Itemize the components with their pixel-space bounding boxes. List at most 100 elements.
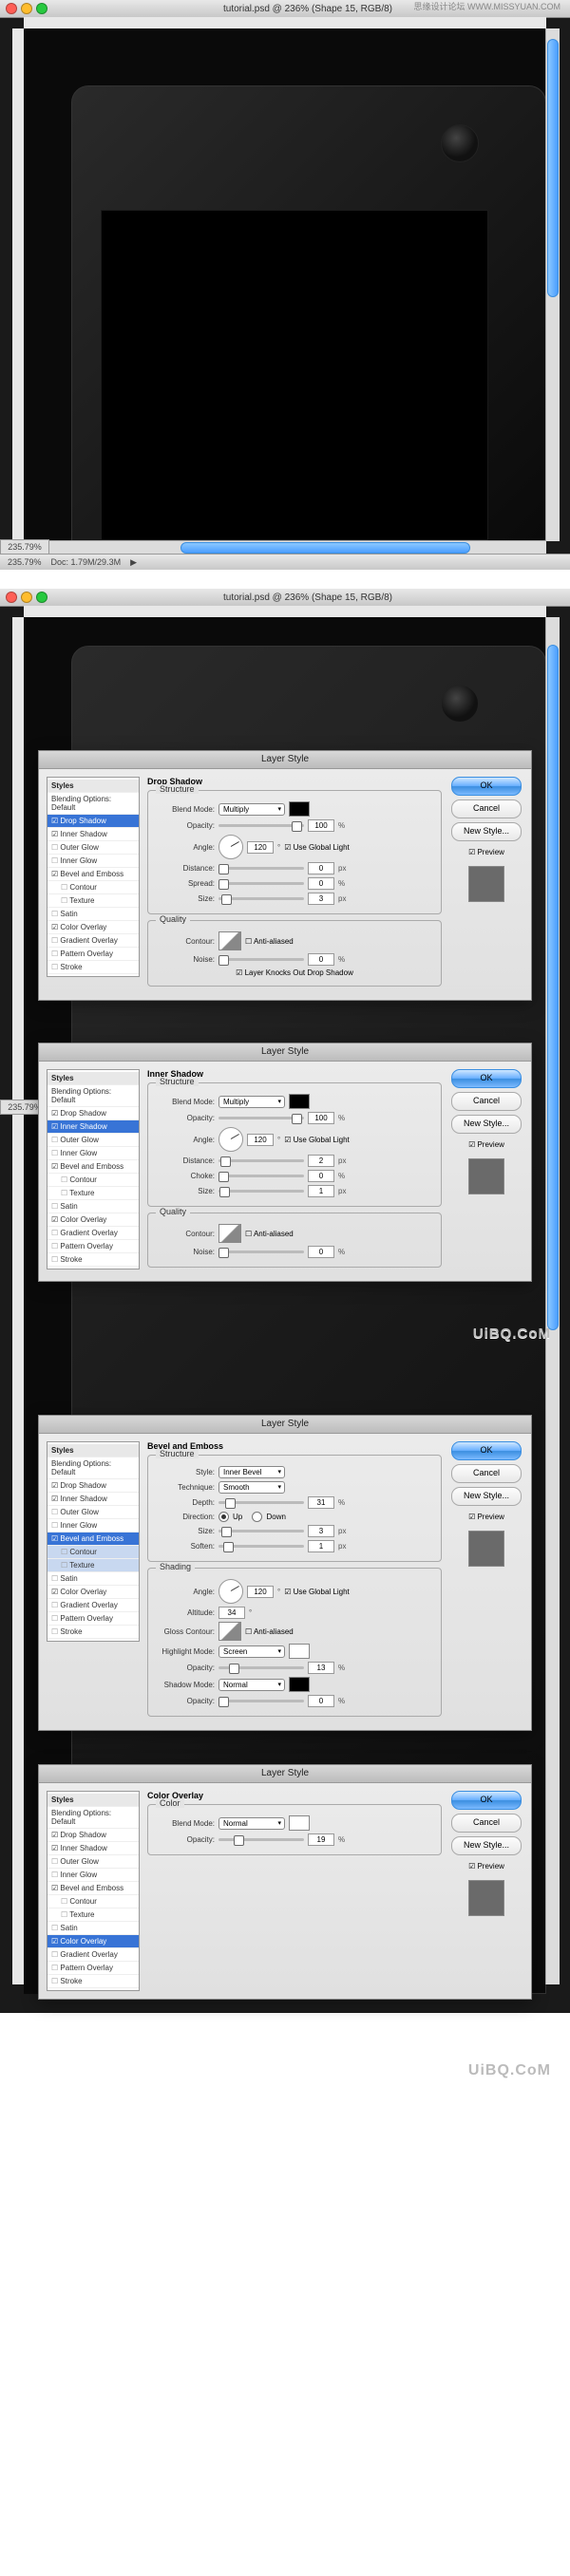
new-style-button[interactable]: New Style... — [451, 822, 522, 841]
zoom-icon[interactable] — [36, 3, 48, 14]
angle-value[interactable]: 120 — [247, 1586, 274, 1598]
preview-check[interactable]: Preview — [468, 1862, 504, 1871]
minimize-icon[interactable] — [21, 3, 32, 14]
style-pattern-overlay[interactable]: Pattern Overlay — [48, 1612, 139, 1626]
color-swatch[interactable] — [289, 1094, 310, 1109]
size-value[interactable]: 1 — [308, 1185, 334, 1197]
use-global-light-check[interactable]: Use Global Light — [284, 1588, 350, 1596]
opacity-value[interactable]: 19 — [308, 1833, 334, 1846]
styles-list[interactable]: Styles Blending Options: Default Drop Sh… — [47, 1441, 140, 1642]
style-gradient-overlay[interactable]: Gradient Overlay — [48, 1227, 139, 1240]
ok-button[interactable]: OK — [451, 1791, 522, 1810]
cancel-button[interactable]: Cancel — [451, 1814, 522, 1833]
style-drop-shadow[interactable]: Drop Shadow — [48, 1107, 139, 1120]
angle-value[interactable]: 120 — [247, 1134, 274, 1146]
direction-down-radio[interactable] — [252, 1512, 262, 1522]
minimize-icon[interactable] — [21, 592, 32, 603]
choke-slider[interactable] — [218, 1175, 304, 1177]
window-titlebar-2[interactable]: tutorial.psd @ 236% (Shape 15, RGB/8) — [0, 589, 570, 607]
zoom-icon[interactable] — [36, 592, 48, 603]
opacity-slider[interactable] — [218, 824, 304, 827]
style-contour[interactable]: Contour — [48, 1546, 139, 1559]
scroll-thumb-h[interactable] — [180, 542, 470, 554]
style-bevel[interactable]: Bevel and Emboss — [48, 1532, 139, 1546]
style-texture[interactable]: Texture — [48, 1908, 139, 1922]
size-slider[interactable] — [218, 1530, 304, 1532]
style-stroke[interactable]: Stroke — [48, 961, 139, 974]
style-gradient-overlay[interactable]: Gradient Overlay — [48, 1599, 139, 1612]
new-style-button[interactable]: New Style... — [451, 1836, 522, 1855]
choke-value[interactable]: 0 — [308, 1170, 334, 1182]
style-texture[interactable]: Texture — [48, 1187, 139, 1200]
shadow-mode-select[interactable]: Normal — [218, 1679, 285, 1691]
style-inner-glow[interactable]: Inner Glow — [48, 855, 139, 868]
styles-list[interactable]: Styles Blending Options: Default Drop Sh… — [47, 1791, 140, 1991]
style-inner-glow[interactable]: Inner Glow — [48, 1519, 139, 1532]
style-contour[interactable]: Contour — [48, 1895, 139, 1908]
style-color-overlay[interactable]: Color Overlay — [48, 1586, 139, 1599]
style-blending[interactable]: Blending Options: Default — [48, 1457, 139, 1479]
style-satin[interactable]: Satin — [48, 1572, 139, 1586]
highlight-color-swatch[interactable] — [289, 1644, 310, 1659]
style-bevel[interactable]: Bevel and Emboss — [48, 1882, 139, 1895]
use-global-light-check[interactable]: Use Global Light — [284, 1136, 350, 1144]
style-pattern-overlay[interactable]: Pattern Overlay — [48, 1962, 139, 1975]
style-contour[interactable]: Contour — [48, 1174, 139, 1187]
depth-value[interactable]: 31 — [308, 1496, 334, 1509]
style-pattern-overlay[interactable]: Pattern Overlay — [48, 948, 139, 961]
preview-check[interactable]: Preview — [468, 1513, 504, 1521]
contour-picker[interactable] — [218, 931, 241, 950]
distance-value[interactable]: 2 — [308, 1155, 334, 1167]
opacity-slider[interactable] — [218, 1838, 304, 1841]
style-stroke[interactable]: Stroke — [48, 1253, 139, 1267]
style-outer-glow[interactable]: Outer Glow — [48, 1134, 139, 1147]
overlay-color-swatch[interactable] — [289, 1815, 310, 1831]
opacity-slider[interactable] — [218, 1117, 304, 1119]
noise-slider[interactable] — [218, 1250, 304, 1253]
style-texture[interactable]: Texture — [48, 894, 139, 908]
size-value[interactable]: 3 — [308, 893, 334, 905]
sh-opacity-slider[interactable] — [218, 1700, 304, 1702]
soften-value[interactable]: 1 — [308, 1540, 334, 1552]
technique-select[interactable]: Smooth — [218, 1481, 285, 1494]
style-outer-glow[interactable]: Outer Glow — [48, 1506, 139, 1519]
style-blending[interactable]: Blending Options: Default — [48, 1807, 139, 1829]
style-satin[interactable]: Satin — [48, 1922, 139, 1935]
scrollbar-vertical[interactable] — [545, 617, 560, 1984]
style-gradient-overlay[interactable]: Gradient Overlay — [48, 1948, 139, 1962]
style-bevel[interactable]: Bevel and Emboss — [48, 868, 139, 881]
style-drop-shadow[interactable]: Drop Shadow — [48, 815, 139, 828]
size-value[interactable]: 3 — [308, 1525, 334, 1537]
styles-list[interactable]: Styles Blending Options: Default Drop Sh… — [47, 1069, 140, 1269]
cancel-button[interactable]: Cancel — [451, 799, 522, 818]
opacity-value[interactable]: 100 — [308, 819, 334, 832]
direction-up-radio[interactable] — [218, 1512, 229, 1522]
style-stroke[interactable]: Stroke — [48, 1975, 139, 1988]
style-pattern-overlay[interactable]: Pattern Overlay — [48, 1240, 139, 1253]
scroll-thumb-v[interactable] — [547, 39, 559, 297]
style-drop-shadow[interactable]: Drop Shadow — [48, 1479, 139, 1493]
scroll-thumb-v[interactable] — [547, 645, 559, 1330]
scrollbar-vertical[interactable] — [545, 28, 560, 541]
use-global-light-check[interactable]: Use Global Light — [284, 843, 350, 852]
noise-value[interactable]: 0 — [308, 1246, 334, 1258]
blend-mode-select[interactable]: Multiply — [218, 803, 285, 816]
opacity-value[interactable]: 100 — [308, 1112, 334, 1124]
scrollbar-horizontal[interactable] — [24, 540, 546, 555]
style-inner-shadow[interactable]: Inner Shadow — [48, 1842, 139, 1855]
angle-value[interactable]: 120 — [247, 841, 274, 854]
style-gradient-overlay[interactable]: Gradient Overlay — [48, 934, 139, 948]
ok-button[interactable]: OK — [451, 777, 522, 796]
size-slider[interactable] — [218, 897, 304, 900]
angle-dial[interactable] — [218, 1579, 243, 1604]
close-icon[interactable] — [6, 3, 17, 14]
hi-opacity-value[interactable]: 13 — [308, 1662, 334, 1674]
style-outer-glow[interactable]: Outer Glow — [48, 1855, 139, 1869]
altitude-value[interactable]: 34 — [218, 1607, 245, 1619]
distance-slider[interactable] — [218, 1159, 304, 1162]
shadow-color-swatch[interactable] — [289, 801, 310, 817]
style-blending[interactable]: Blending Options: Default — [48, 1085, 139, 1107]
ok-button[interactable]: OK — [451, 1441, 522, 1460]
style-inner-shadow[interactable]: Inner Shadow — [48, 1493, 139, 1506]
noise-slider[interactable] — [218, 958, 304, 961]
